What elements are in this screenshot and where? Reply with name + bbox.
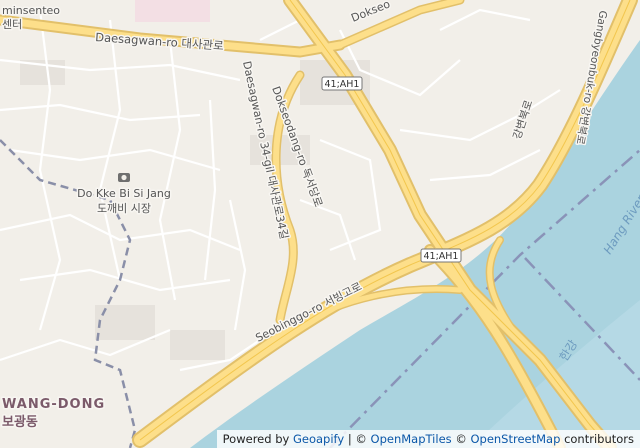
geoapify-link[interactable]: Geoapify [293,432,344,446]
openmaptiles-link[interactable]: OpenMapTiles [371,432,452,446]
camera-lens [121,174,127,181]
openstreetmap-link[interactable]: OpenStreetMap [470,432,560,446]
attribution-separator-2: © [455,432,467,446]
label-minsenteo: minsenteo [2,4,60,17]
map-attribution: Powered by Geoapify | © OpenMapTiles © O… [216,430,640,448]
route-shield-bottom: 41;AH1 [420,248,462,263]
district-name-ko: 보광동 [2,415,38,430]
attribution-suffix: contributors [564,432,634,446]
attribution-separator: | © [347,432,367,446]
shield-bottom-text: 41;AH1 [424,251,459,262]
map-svg: minsenteo 센터 Daesagwan-ro 대사관로 Dokseo 강변… [0,0,640,448]
market-name-en: Do Kke Bi Si Jang [77,187,171,200]
attribution-prefix: Powered by [222,432,290,446]
landuse-pink [135,0,210,22]
market-name-ko: 도깨비 시장 [97,202,151,215]
route-shield-top: 41;AH1 [321,76,363,91]
building-block [170,330,225,360]
district-name-en: WANG-DONG [2,397,105,412]
map-canvas[interactable]: minsenteo 센터 Daesagwan-ro 대사관로 Dokseo 강변… [0,0,640,448]
shield-top-text: 41;AH1 [325,79,360,90]
label-center: 센터 [2,18,22,31]
